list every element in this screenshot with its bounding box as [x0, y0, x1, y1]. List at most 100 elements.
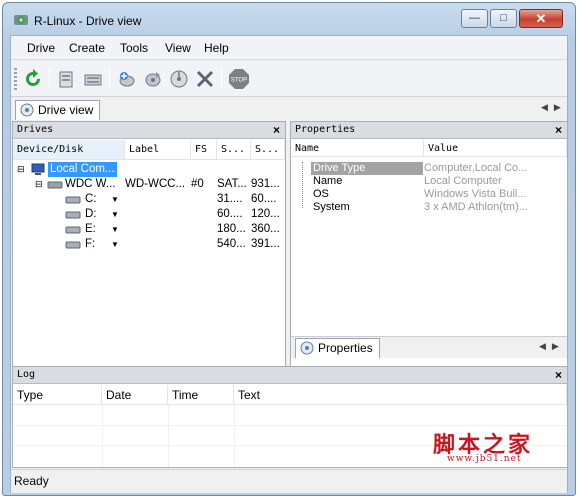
- tab-properties-label: Properties: [318, 341, 373, 355]
- column-type[interactable]: Type: [13, 385, 102, 405]
- stop-label: STOP: [231, 78, 247, 84]
- chevron-down-icon[interactable]: ▼: [111, 207, 119, 222]
- tab-scroll-arrows[interactable]: ◀▶: [539, 341, 565, 352]
- status-text: Ready: [14, 474, 49, 488]
- properties-close-icon[interactable]: ×: [555, 122, 562, 138]
- menu-view[interactable]: View: [165, 41, 191, 55]
- device-start: 180...: [217, 223, 246, 235]
- device-size: 120...: [251, 208, 280, 220]
- remove-icon[interactable]: [193, 67, 217, 91]
- tree-row-local-computer[interactable]: ⊟ Local Com...: [13, 162, 285, 177]
- column-size[interactable]: S...: [251, 140, 285, 160]
- menu-bar: Drive Create Tools View Help: [11, 36, 567, 60]
- recover-icon[interactable]: [141, 67, 165, 91]
- menu-tools[interactable]: Tools: [120, 41, 148, 55]
- toolbar-separator: [221, 69, 222, 89]
- collapse-icon[interactable]: ⊟: [17, 162, 25, 177]
- device-fs: #0: [191, 178, 204, 190]
- property-row[interactable]: Drive Type Computer,Local Co...: [291, 162, 567, 175]
- window-title: R-Linux - Drive view: [34, 14, 142, 28]
- close-button[interactable]: ✕: [519, 9, 563, 28]
- property-row[interactable]: System 3 x AMD Athlon(tm)...: [291, 201, 567, 214]
- collapse-icon[interactable]: ⊟: [35, 177, 43, 192]
- minimize-button[interactable]: —: [461, 9, 488, 28]
- device-name: D:: [85, 208, 97, 220]
- drives-close-icon[interactable]: ×: [273, 122, 280, 138]
- grid-line: [102, 405, 103, 467]
- drives-title: Drives: [17, 124, 54, 135]
- property-value: Windows Vista Buil...: [424, 188, 527, 200]
- column-date[interactable]: Date: [102, 385, 168, 405]
- tree-row-disk[interactable]: ⊟ WDC W... WD-WCC... #0 SAT... 931...: [13, 177, 285, 192]
- menu-help[interactable]: Help: [204, 41, 229, 55]
- toolbar: STOP: [11, 61, 567, 97]
- device-size: 360...: [251, 223, 280, 235]
- drives-header: Drives ×: [13, 122, 285, 139]
- column-name[interactable]: Name: [291, 140, 424, 157]
- column-value[interactable]: Value: [424, 140, 567, 157]
- computer-icon: [31, 163, 45, 175]
- property-row[interactable]: Name Local Computer: [291, 175, 567, 188]
- device-name: WDC W...: [65, 178, 116, 190]
- open-image-icon[interactable]: [55, 67, 79, 91]
- grid-line: [13, 425, 567, 426]
- column-text[interactable]: Text: [234, 385, 567, 405]
- chevron-down-icon[interactable]: ▼: [111, 222, 119, 237]
- partition-icon: [65, 196, 81, 204]
- app-icon: [14, 15, 28, 25]
- partition-icon: [65, 241, 81, 249]
- properties-panel: Properties × Name Value Drive Type Compu…: [290, 121, 568, 391]
- property-name: OS: [313, 188, 329, 200]
- property-value: 3 x AMD Athlon(tm)...: [424, 201, 528, 213]
- tree-row-partition-d[interactable]: D: ▼ 60.... 120...: [13, 207, 285, 222]
- column-label[interactable]: Label: [125, 140, 191, 160]
- watermark: 脚本之家 www.jb51.net: [433, 427, 533, 464]
- tab-properties[interactable]: Properties: [295, 338, 380, 358]
- tab-drive-view[interactable]: Drive view: [15, 100, 101, 120]
- properties-tabstrip: Properties ◀▶: [291, 336, 567, 358]
- menu-create[interactable]: Create: [69, 41, 105, 55]
- column-device-disk[interactable]: Device/Disk: [13, 140, 125, 160]
- drive-view-icon: [20, 103, 34, 117]
- partition-icon: [65, 226, 81, 234]
- property-name: Name: [313, 175, 343, 187]
- toolbar-grip[interactable]: [14, 68, 17, 90]
- properties-icon: [300, 341, 314, 355]
- column-fs[interactable]: FS: [191, 140, 217, 160]
- column-time[interactable]: Time: [168, 385, 234, 405]
- chevron-down-icon[interactable]: ▼: [111, 237, 119, 252]
- stop-icon[interactable]: STOP: [227, 67, 251, 91]
- toolbar-separator: [109, 69, 110, 89]
- tree-row-partition-f[interactable]: F: ▼ 540... 391...: [13, 237, 285, 252]
- device-start: 31....: [217, 193, 243, 205]
- document-tabstrip: Drive view ◀▶: [11, 98, 567, 120]
- partition-icon: [65, 211, 81, 219]
- tree-row-partition-e[interactable]: E: ▼ 180... 360...: [13, 222, 285, 237]
- drives-panel: Drives × Device/Disk Label FS S... S... …: [12, 121, 286, 391]
- properties-header: Properties ×: [291, 122, 567, 139]
- maximize-button[interactable]: □: [490, 9, 517, 28]
- refresh-icon[interactable]: [21, 67, 45, 91]
- device-name: C:: [85, 193, 97, 205]
- client-area: Drive Create Tools View Help STOP Drive …: [10, 35, 568, 493]
- grid-line: [168, 405, 169, 467]
- menu-drive[interactable]: Drive: [27, 41, 55, 55]
- property-name: Drive Type: [311, 162, 423, 175]
- property-value: Computer,Local Co...: [424, 162, 528, 174]
- hard-disk-icon: [47, 181, 63, 189]
- device-start: 60....: [217, 208, 243, 220]
- tab-scroll-arrows[interactable]: ◀▶: [541, 102, 567, 113]
- device-size: 60....: [251, 193, 277, 205]
- property-row[interactable]: OS Windows Vista Buil...: [291, 188, 567, 201]
- disk-icon[interactable]: [167, 67, 191, 91]
- tab-drive-view-label: Drive view: [38, 103, 94, 117]
- title-bar[interactable]: R-Linux - Drive view — □ ✕: [3, 3, 575, 33]
- app-window: R-Linux - Drive view — □ ✕ Drive Create …: [2, 2, 576, 496]
- tree-row-partition-c[interactable]: C: ▼ 31.... 60....: [13, 192, 285, 207]
- create-image-icon[interactable]: [81, 67, 105, 91]
- column-start[interactable]: S...: [217, 140, 251, 160]
- log-close-icon[interactable]: ×: [555, 367, 562, 383]
- toolbar-separator: [49, 69, 50, 89]
- scan-icon[interactable]: [115, 67, 139, 91]
- chevron-down-icon[interactable]: ▼: [111, 192, 119, 207]
